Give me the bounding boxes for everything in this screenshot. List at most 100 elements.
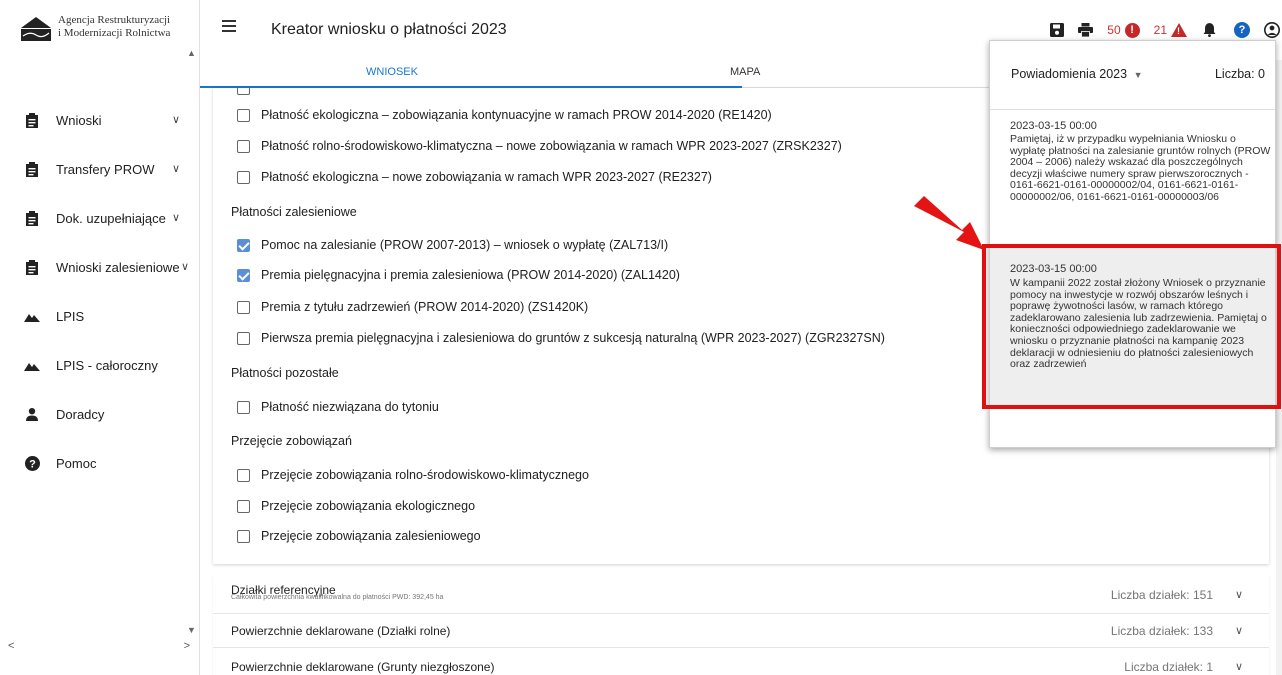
- sidebar-item-wnioski-zalesieniowe[interactable]: Wnioski zalesieniowe ∨: [0, 243, 198, 292]
- help-icon[interactable]: ?: [1234, 22, 1250, 38]
- checkbox[interactable]: [237, 468, 250, 482]
- tab-wniosek[interactable]: WNIOSEK: [366, 66, 418, 78]
- print-icon[interactable]: [1078, 23, 1094, 37]
- logo-line2: i Modernizacji Rolnictwa: [58, 27, 171, 39]
- save-icon[interactable]: [1050, 23, 1065, 37]
- sidebar-item-label: Doradcy: [56, 407, 105, 422]
- sidebar-item-label: Wnioski zalesieniowe: [56, 260, 180, 275]
- svg-text:?: ?: [29, 458, 36, 470]
- checkbox[interactable]: [237, 529, 250, 543]
- highlight-frame: [982, 244, 1281, 409]
- sidebar-item-lpis-caloroczny[interactable]: LPIS - całoroczny: [0, 341, 198, 390]
- panel-grunty-niezgloszone[interactable]: Powierzchnie deklarowane (Grunty niezgło…: [213, 648, 1269, 675]
- sidebar-item-label: Dok. uzupełniające: [56, 211, 166, 226]
- panel-dzialki-referencyjne[interactable]: Działki referencyjne Całkowita powierzch…: [213, 574, 1269, 614]
- section-heading-przejecie: Przejęcie zobowiązań: [231, 434, 352, 448]
- notifications-header: Powiadomienia 2023 ▼ Liczba: 0: [990, 41, 1275, 110]
- checkbox-label: Przejęcie zobowiązania zalesieniowego: [261, 529, 481, 543]
- checkbox[interactable]: [237, 108, 250, 122]
- notifications-title[interactable]: Powiadomienia 2023 ▼: [1011, 67, 1142, 81]
- clipboard-icon: [24, 260, 40, 276]
- expansion-panels: Działki referencyjne Całkowita powierzch…: [213, 574, 1269, 675]
- checkbox[interactable]: [237, 499, 250, 513]
- checkbox-checked[interactable]: [237, 268, 250, 282]
- checkbox-row-przejecie-zal[interactable]: Przejęcie zobowiązania zalesieniowego: [237, 529, 481, 543]
- notifications-count: Liczba: 0: [1214, 67, 1265, 81]
- checkbox-label: Płatność niezwiązana do tytoniu: [261, 400, 439, 414]
- tab-mapa[interactable]: MAPA: [730, 66, 760, 78]
- sidebar-scroll-down-icon[interactable]: ▼: [187, 625, 196, 635]
- checkbox[interactable]: [237, 300, 250, 314]
- sidebar-item-wnioski[interactable]: Wnioski ∨: [0, 96, 198, 145]
- checkbox-row-tyton[interactable]: Płatność niezwiązana do tytoniu: [237, 400, 439, 414]
- chevron-down-icon: ∨: [171, 163, 180, 175]
- checkbox-row-przejecie-rsk[interactable]: Przejęcie zobowiązania rolno-środowiskow…: [237, 468, 589, 482]
- checkbox-label: Płatność rolno-środowiskowo-klimatyczna …: [261, 139, 842, 153]
- notification-item[interactable]: 2023-03-15 00:00 Pamiętaj, iż w przypadk…: [990, 110, 1275, 246]
- checkbox-label: Płatność ekologiczna – zobowiązania kont…: [261, 108, 772, 122]
- chevron-down-icon: ∨: [171, 114, 180, 126]
- checkbox[interactable]: [237, 331, 250, 345]
- checkbox-row-zgr2327sn[interactable]: Pierwsza premia pielęgnacyjna i zalesien…: [237, 331, 885, 345]
- scroll-right-icon[interactable]: >: [184, 640, 190, 654]
- sidebar-item-doradcy[interactable]: Doradcy: [0, 390, 198, 439]
- sidebar-item-transfery-prow[interactable]: Transfery PROW ∨: [0, 145, 198, 194]
- section-heading-zalesieniowe: Płatności zalesieniowe: [231, 205, 357, 219]
- sidebar-item-label: Transfery PROW: [56, 162, 155, 177]
- person-icon: [24, 407, 40, 423]
- checkbox[interactable]: [237, 88, 250, 95]
- panel-title: Powierzchnie deklarowane (Działki rolne): [231, 624, 451, 638]
- checkbox-row-zal713[interactable]: Pomoc na zalesianie (PROW 2007-2013) – w…: [237, 238, 668, 252]
- section-heading-pozostale: Płatności pozostałe: [231, 366, 339, 380]
- panel-dzialki-rolne[interactable]: Powierzchnie deklarowane (Działki rolne)…: [213, 614, 1269, 648]
- errors-indicator[interactable]: 50 !: [1107, 22, 1140, 38]
- checkbox-row-przejecie-eko[interactable]: Przejęcie zobowiązania ekologicznego: [237, 499, 475, 513]
- checkbox[interactable]: [237, 400, 250, 414]
- notifications-title-text: Powiadomienia: [1011, 67, 1096, 81]
- checkbox-checked[interactable]: [237, 238, 250, 252]
- checkbox[interactable]: [237, 139, 250, 153]
- panel-subtitle: Całkowita powierzchnia kwalifikowalna do…: [231, 594, 444, 601]
- checkbox-row-zs1420k[interactable]: Premia z tytułu zadrzewień (PROW 2014-20…: [237, 300, 588, 314]
- chevron-down-icon[interactable]: ∨: [1235, 588, 1243, 601]
- help-icon: ?: [24, 456, 40, 472]
- checkbox[interactable]: [237, 170, 250, 184]
- app-root: Agencja Restrukturyzacji i Modernizacji …: [0, 0, 1282, 675]
- warning-icon: !: [1171, 23, 1187, 37]
- sidebar-nav: Wnioski ∨ Transfery PROW ∨ Dok. uzupełni…: [0, 96, 198, 488]
- chevron-down-icon[interactable]: ∨: [1235, 660, 1243, 673]
- sidebar-scroll-up-icon[interactable]: ▲: [187, 48, 196, 58]
- checkbox-row-zrsk2327[interactable]: Płatność rolno-środowiskowo-klimatyczna …: [237, 139, 842, 153]
- checkbox-label: Premia z tytułu zadrzewień (PROW 2014-20…: [261, 300, 589, 314]
- menu-icon[interactable]: [222, 20, 236, 35]
- chevron-down-icon[interactable]: ∨: [1235, 624, 1243, 637]
- checkbox-row-zal1420[interactable]: Premia pielęgnacyjna i premia zalesienio…: [237, 268, 680, 282]
- clipboard-icon: [24, 162, 40, 178]
- sidebar-item-label: LPIS - całoroczny: [56, 358, 158, 373]
- sidebar: Agencja Restrukturyzacji i Modernizacji …: [0, 0, 200, 675]
- error-icon: !: [1124, 22, 1140, 38]
- checkbox-row-re1420[interactable]: Płatność ekologiczna – zobowiązania kont…: [237, 108, 772, 122]
- account-icon[interactable]: [1264, 22, 1280, 38]
- sidebar-item-lpis[interactable]: LPIS: [0, 292, 198, 341]
- page-title: Kreator wniosku o płatności 2023: [271, 21, 507, 38]
- checkbox-label: Płatność ekologiczna – nowe zobowiązania…: [261, 170, 712, 184]
- logo: Agencja Restrukturyzacji i Modernizacji …: [20, 14, 178, 44]
- red-arrow-icon: [914, 196, 984, 250]
- terrain-icon: [24, 309, 40, 325]
- checkbox-label: Pomoc na zalesianie (PROW 2007-2013) – w…: [261, 238, 669, 252]
- sidebar-item-label: Pomoc: [56, 456, 97, 471]
- notification-date: 2023-03-15 00:00: [1010, 120, 1097, 132]
- warnings-indicator[interactable]: 21 !: [1154, 23, 1187, 37]
- checkbox-row-partial[interactable]: [237, 88, 261, 95]
- sidebar-item-dok-uzupelniajace[interactable]: Dok. uzupełniające ∨: [0, 194, 198, 243]
- bell-icon[interactable]: [1203, 23, 1216, 37]
- scroll-left-icon[interactable]: <: [8, 640, 14, 654]
- panel-title: Powierzchnie deklarowane (Grunty niezgło…: [231, 660, 495, 674]
- sidebar-item-pomoc[interactable]: ? Pomoc: [0, 439, 198, 488]
- logo-line1: Agencja Restrukturyzacji: [58, 14, 171, 26]
- chevron-down-icon: ∨: [180, 261, 189, 273]
- notifications-year: 2023: [1099, 67, 1128, 81]
- sidebar-horizontal-scrollbar[interactable]: < >: [0, 640, 198, 654]
- checkbox-row-re2327[interactable]: Płatność ekologiczna – nowe zobowiązania…: [237, 170, 712, 184]
